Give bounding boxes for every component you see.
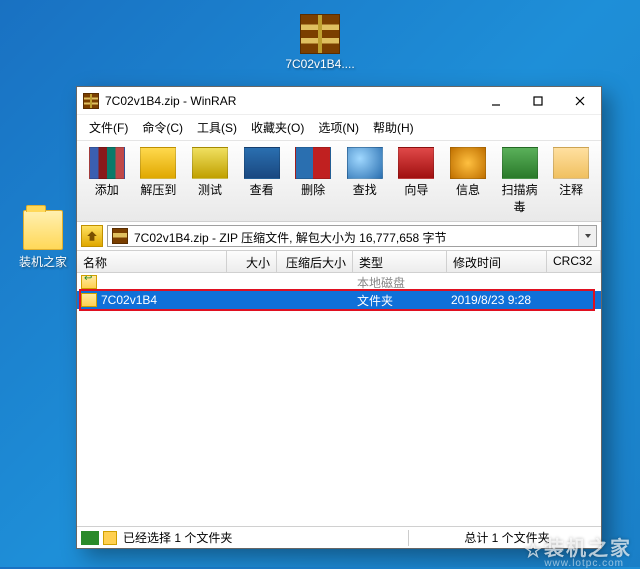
col-size[interactable]: 大小 bbox=[227, 251, 277, 272]
close-button[interactable] bbox=[559, 87, 601, 115]
desktop-folder-icon[interactable]: 装机之家 bbox=[8, 210, 78, 270]
up-row-type: 本地磁盘 bbox=[357, 274, 451, 291]
view-button[interactable]: 查看 bbox=[236, 145, 288, 217]
scan-icon bbox=[502, 147, 538, 179]
add-button[interactable]: 添加 bbox=[81, 145, 133, 217]
status-lock-icon bbox=[81, 531, 99, 545]
path-dropdown-button[interactable] bbox=[578, 226, 596, 246]
pathbar: 7C02v1B4.zip - ZIP 压缩文件, 解包大小为 16,777,65… bbox=[77, 222, 601, 251]
toolbar: 添加 解压到 测试 查看 删除 查找 向导 信息 扫描病毒 注释 bbox=[77, 141, 601, 222]
up-button[interactable] bbox=[81, 225, 103, 247]
winrar-file-icon bbox=[300, 14, 340, 54]
delete-button[interactable]: 删除 bbox=[287, 145, 339, 217]
watermark-url: www.lotpc.com bbox=[544, 558, 624, 569]
statusbar: 已经选择 1 个文件夹 总计 1 个文件夹 bbox=[77, 526, 601, 548]
menu-command[interactable]: 命令(C) bbox=[136, 117, 189, 138]
winrar-window: 7C02v1B4.zip - WinRAR 文件(F) 命令(C) 工具(S) … bbox=[76, 86, 602, 549]
status-left: 已经选择 1 个文件夹 bbox=[123, 529, 400, 546]
desktop-folder-label: 装机之家 bbox=[8, 253, 78, 270]
app-icon bbox=[83, 93, 99, 109]
titlebar: 7C02v1B4.zip - WinRAR bbox=[77, 87, 601, 115]
list-header: 名称 大小 压缩后大小 类型 修改时间 CRC32 bbox=[77, 251, 601, 273]
desktop-archive-label: 7C02v1B4.... bbox=[285, 57, 355, 71]
folder-icon bbox=[23, 210, 63, 250]
info-button[interactable]: 信息 bbox=[442, 145, 494, 217]
col-crc[interactable]: CRC32 bbox=[547, 251, 601, 272]
path-field[interactable]: 7C02v1B4.zip - ZIP 压缩文件, 解包大小为 16,777,65… bbox=[107, 225, 597, 247]
col-name[interactable]: 名称 bbox=[77, 251, 227, 272]
col-packed[interactable]: 压缩后大小 bbox=[277, 251, 353, 272]
extract-button[interactable]: 解压到 bbox=[133, 145, 185, 217]
row-name: 7C02v1B4 bbox=[101, 293, 231, 307]
wizard-button[interactable]: 向导 bbox=[391, 145, 443, 217]
view-icon bbox=[244, 147, 280, 179]
maximize-button[interactable] bbox=[517, 87, 559, 115]
menu-tools[interactable]: 工具(S) bbox=[191, 117, 243, 138]
info-icon bbox=[450, 147, 486, 179]
add-icon bbox=[89, 147, 125, 179]
col-modified[interactable]: 修改时间 bbox=[447, 251, 547, 272]
delete-icon bbox=[295, 147, 331, 179]
watermark: ☆装机之家 bbox=[524, 532, 632, 561]
path-archive-icon bbox=[112, 228, 128, 244]
status-folder-icon bbox=[103, 531, 117, 545]
file-list[interactable]: 本地磁盘 7C02v1B4 文件夹 2019/8/23 9:28 bbox=[77, 273, 601, 526]
path-text: 7C02v1B4.zip - ZIP 压缩文件, 解包大小为 16,777,65… bbox=[134, 229, 447, 246]
find-icon bbox=[347, 147, 383, 179]
folder-up-icon bbox=[81, 275, 97, 289]
find-button[interactable]: 查找 bbox=[339, 145, 391, 217]
wizard-icon bbox=[398, 147, 434, 179]
comment-button[interactable]: 注释 bbox=[545, 145, 597, 217]
desktop-archive-icon[interactable]: 7C02v1B4.... bbox=[285, 14, 355, 71]
menu-help[interactable]: 帮助(H) bbox=[367, 117, 420, 138]
row-type: 文件夹 bbox=[357, 292, 451, 309]
col-type[interactable]: 类型 bbox=[353, 251, 447, 272]
menu-favorites[interactable]: 收藏夹(O) bbox=[245, 117, 310, 138]
minimize-button[interactable] bbox=[475, 87, 517, 115]
folder-icon bbox=[81, 293, 97, 307]
star-icon: ☆ bbox=[524, 538, 544, 563]
comment-icon bbox=[553, 147, 589, 179]
menu-file[interactable]: 文件(F) bbox=[83, 117, 134, 138]
test-icon bbox=[192, 147, 228, 179]
menu-options[interactable]: 选项(N) bbox=[312, 117, 365, 138]
window-title: 7C02v1B4.zip - WinRAR bbox=[105, 94, 475, 108]
parent-folder-row[interactable]: 本地磁盘 bbox=[77, 273, 601, 291]
scan-button[interactable]: 扫描病毒 bbox=[494, 145, 546, 217]
extract-icon bbox=[140, 147, 176, 179]
test-button[interactable]: 测试 bbox=[184, 145, 236, 217]
menubar: 文件(F) 命令(C) 工具(S) 收藏夹(O) 选项(N) 帮助(H) bbox=[77, 115, 601, 141]
row-modified: 2019/8/23 9:28 bbox=[451, 293, 551, 307]
file-row-selected[interactable]: 7C02v1B4 文件夹 2019/8/23 9:28 bbox=[77, 291, 601, 309]
